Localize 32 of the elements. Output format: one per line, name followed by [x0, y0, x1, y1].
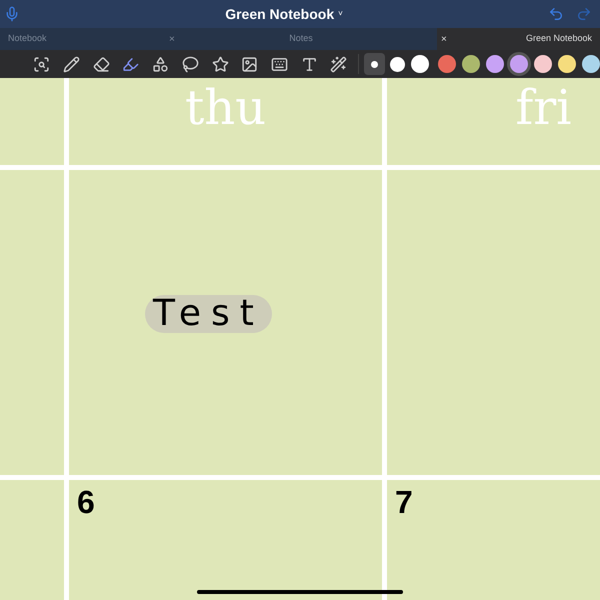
color-swatch[interactable] — [534, 55, 552, 73]
color-swatch[interactable] — [582, 55, 600, 73]
size-button[interactable] — [410, 53, 431, 75]
keyboard-icon — [270, 56, 288, 72]
color-swatch[interactable] — [438, 55, 456, 73]
tab[interactable]: × Green Notebook — [437, 28, 600, 50]
color-swatch[interactable] — [486, 55, 504, 73]
highlighter-icon — [122, 56, 140, 72]
wand-icon — [330, 56, 348, 72]
close-icon[interactable]: × — [441, 32, 447, 46]
color-swatch[interactable] — [462, 55, 480, 73]
window-title[interactable]: Green Notebook — [225, 4, 334, 24]
handwritten-note: Test — [145, 295, 272, 333]
day-label: thu — [184, 84, 266, 138]
date-number: 6 — [77, 484, 95, 520]
shapes-icon — [152, 56, 170, 72]
day-label: fri — [515, 84, 572, 138]
star-icon — [212, 56, 229, 72]
date-number: 7 — [395, 484, 413, 520]
caret-icon[interactable]: ˅ — [338, 8, 343, 20]
microphone-icon[interactable] — [4, 6, 20, 22]
undo-icon[interactable] — [548, 6, 564, 22]
color-swatch[interactable] — [558, 55, 576, 73]
size-button[interactable] — [364, 53, 385, 75]
zoom-icon — [33, 56, 50, 72]
close-icon[interactable]: × — [169, 32, 175, 46]
pen-icon — [63, 56, 80, 72]
color-swatch[interactable] — [510, 55, 528, 73]
lasso-icon — [182, 56, 199, 72]
image-icon — [241, 56, 258, 72]
eraser-icon — [92, 56, 110, 72]
text-icon — [300, 56, 318, 72]
